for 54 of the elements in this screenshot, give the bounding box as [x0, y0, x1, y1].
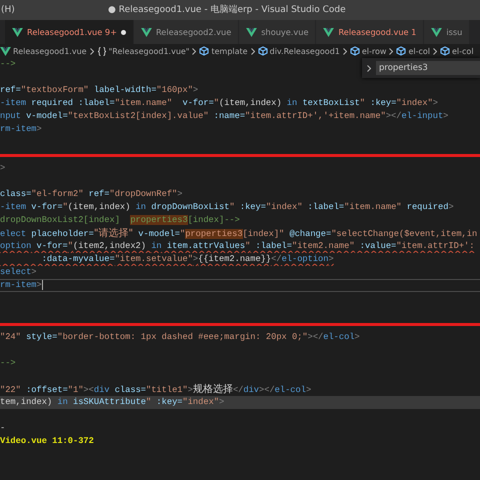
cube-icon [199, 46, 210, 56]
editor-tab[interactable]: issu [424, 20, 470, 44]
code-line: --> [0, 58, 16, 71]
vue-file-icon [431, 28, 442, 36]
breadcrumb-item[interactable]: el-col [440, 46, 474, 56]
braces-icon [96, 46, 107, 56]
cube-icon [396, 46, 406, 56]
chevron-icon [192, 48, 196, 54]
cube-icon [258, 46, 268, 56]
breadcrumb-item[interactable]: "Releasegood1.vue" [96, 46, 190, 56]
code-line: --> [0, 357, 16, 370]
code-line: "22" :offset="1"><div class="title1">规格选择</div></el-col> [0, 383, 312, 396]
editor-tab[interactable]: Releasegood1.vue 9+ [5, 20, 134, 44]
cube-icon [350, 46, 360, 56]
code-line: rm-item> [0, 123, 42, 136]
code-line: rm-item> [0, 280, 42, 291]
editor-tab[interactable]: Releasegood2.vue [134, 20, 240, 44]
editor-tab[interactable]: Releasegood.vue 1 [316, 20, 424, 44]
vue-file-icon [246, 28, 258, 36]
code-line: :data-myvalue="item.setvalue">{{item2.name}}</el-option> [40, 253, 334, 266]
code-line: -item required :label="item.name" v-for="(item,index) in textBoxList" :key="index"> [0, 97, 438, 110]
chevron-icon [250, 48, 255, 54]
find-input-field[interactable]: properties3 [376, 61, 480, 75]
cube-icon [440, 46, 450, 56]
code-line: class="el-form2" ref="dropDownRef"> [0, 188, 182, 201]
chevron-icon [342, 48, 347, 54]
terminal-text: Video.vue 11:0-372 [0, 436, 94, 446]
breadcrumb-item[interactable]: template [199, 46, 248, 56]
code-line: > [0, 162, 6, 175]
code-line: option v-for="(item2,index2) in item.attrValues" :label="item2.name" :value="item.attrID+': [0, 240, 474, 253]
terminal-text: - [0, 423, 6, 433]
vue-file-icon [12, 28, 23, 36]
code-line: select> [0, 266, 36, 279]
window-title: ● Releasegood1.vue - 电脑端erp - Visual Studio Code [108, 4, 346, 16]
breadcrumb-item[interactable]: el-col [396, 46, 430, 56]
breadcrumb-item[interactable]: el-row [350, 46, 386, 56]
vue-file-icon [0, 46, 11, 56]
code-line: tem,index) in isSKUAttribute" :key="index"> [0, 396, 224, 409]
chevron-icon[interactable] [367, 64, 371, 72]
breadcrumb-item[interactable]: div.Releasegood1 [258, 46, 340, 56]
code-line: ref="textboxForm" label-width="160px"> [0, 84, 198, 97]
code-line: -item v-for="(item,index) in dropDownBoxList" :key="index" :label="item.name" required> [0, 201, 454, 214]
vue-file-icon [140, 28, 152, 36]
code-line: nput v-model="textBoxList2[index].value" :name="item.attrID+','+item.name"></el-input> [0, 110, 448, 123]
editor-tab[interactable]: shouye.vue [239, 20, 316, 44]
menu-item[interactable]: (H) [0, 5, 15, 15]
code-line: elect placeholder="请选择" v-model="properties3[index]" @change="selectChange($event,item,in [0, 227, 478, 240]
breadcrumb-item[interactable]: Releasegood1.vue [0, 46, 87, 56]
code-line: dropDownBoxList2[index] properties3[index]--> [0, 214, 240, 227]
chevron-icon [389, 48, 394, 54]
chevron-icon [90, 48, 94, 54]
vue-file-icon [323, 28, 334, 36]
chevron-icon [433, 48, 437, 54]
code-line: "24" style="border-bottom: 1px dashed #eee;margin: 20px 0;"></el-col> [0, 331, 360, 344]
